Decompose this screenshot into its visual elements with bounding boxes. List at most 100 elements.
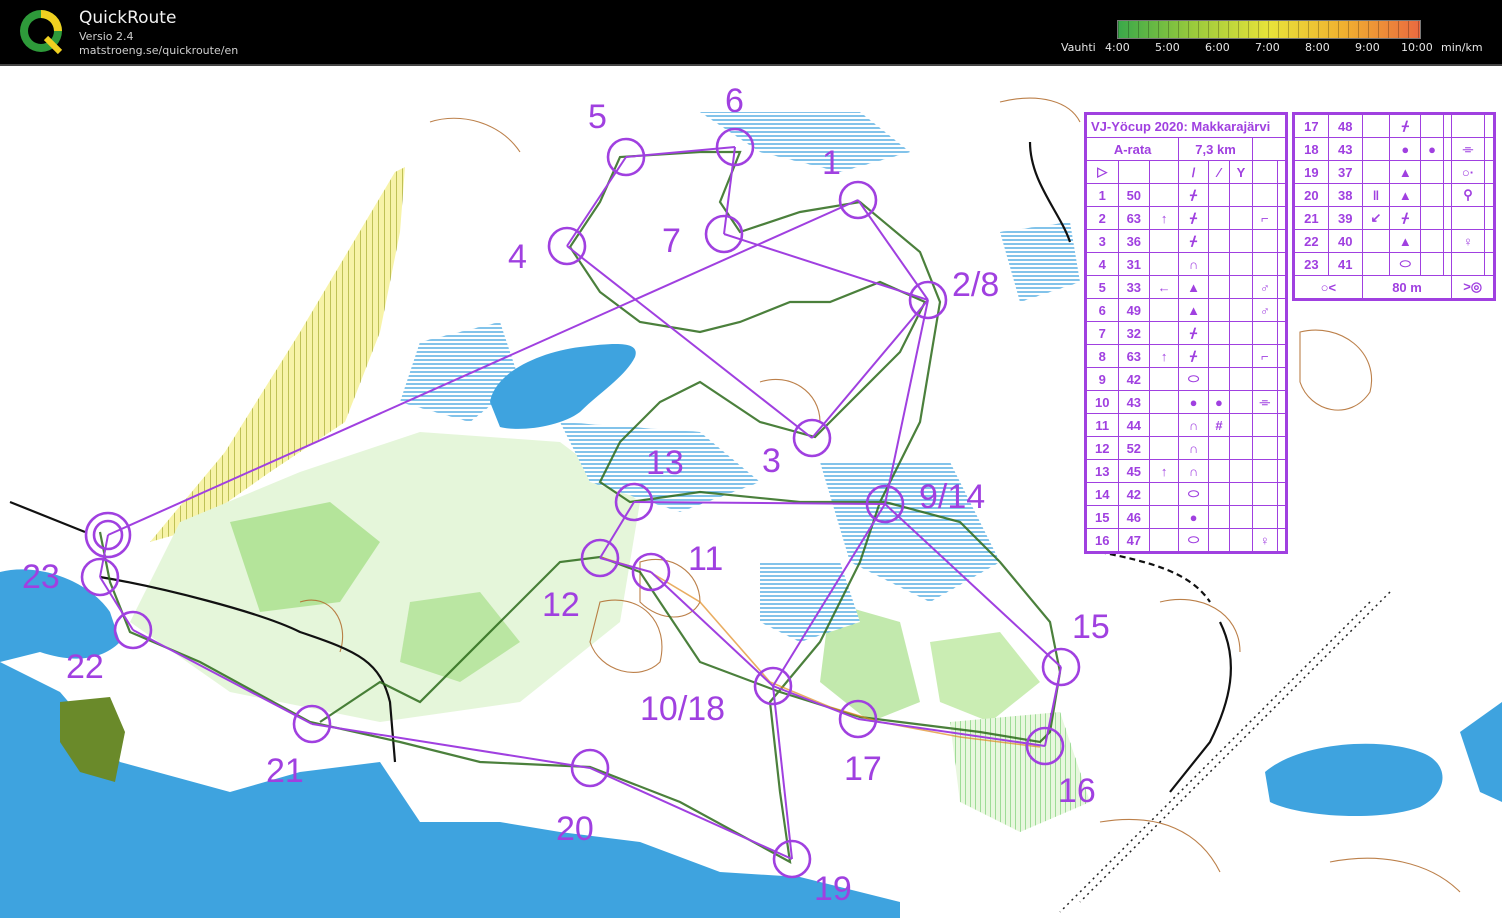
control-misc	[1276, 344, 1287, 368]
control-feature: ▲	[1389, 183, 1422, 207]
control-order: 21	[1294, 206, 1329, 230]
app-header: QuickRoute Versio 2.4 matstroeng.se/quic…	[0, 0, 1502, 64]
control-feature: ∩	[1178, 436, 1209, 460]
control-order: 6	[1086, 298, 1119, 322]
control-feature-detail	[1207, 505, 1231, 529]
description-row: 22 40 ▲ ♀	[1294, 229, 1495, 253]
description-row: 19 37 ▲ ○·	[1294, 160, 1495, 184]
control-direction: ←	[1149, 275, 1180, 299]
control-extra	[1451, 114, 1485, 138]
control-direction	[1149, 436, 1180, 460]
control-feature: ᚋ	[1178, 206, 1209, 230]
control-extra: ⚲	[1451, 183, 1485, 207]
control-misc	[1276, 252, 1287, 276]
control-feature: ▲	[1389, 229, 1422, 253]
control-direction	[1361, 229, 1391, 253]
control-feature-detail	[1207, 344, 1231, 368]
control-direction	[1149, 229, 1180, 253]
control-position	[1229, 505, 1253, 529]
control-label-6: 6	[725, 82, 744, 120]
app-version: Versio 2.4	[79, 30, 134, 43]
control-label-11: 11	[688, 540, 723, 578]
control-code: 47	[1117, 528, 1151, 552]
description-row: 7 32 ᚋ	[1086, 321, 1287, 345]
control-misc	[1276, 367, 1287, 391]
pace-tick: 7:00	[1255, 41, 1280, 54]
control-feature: ∩	[1178, 413, 1209, 437]
control-label-21: 21	[266, 752, 304, 790]
control-position	[1442, 137, 1453, 161]
control-misc	[1483, 206, 1495, 230]
control-misc	[1276, 436, 1287, 460]
control-feature-detail	[1207, 367, 1231, 391]
control-order: 15	[1086, 505, 1119, 529]
control-misc	[1276, 298, 1287, 322]
control-label-13: 13	[646, 444, 684, 482]
control-position	[1229, 206, 1253, 230]
control-misc	[1276, 390, 1287, 414]
description-row: 15 46 ●	[1086, 505, 1287, 529]
control-position	[1229, 252, 1253, 276]
pace-tick: 4:00	[1105, 41, 1130, 54]
control-label-9-14: 9/14	[919, 478, 985, 516]
control-extra	[1251, 459, 1278, 483]
control-feature-detail	[1420, 160, 1444, 184]
control-code: 44	[1117, 413, 1151, 437]
control-order: 1	[1086, 183, 1119, 207]
green-vegetation	[930, 632, 1040, 722]
control-code: 43	[1117, 390, 1151, 414]
control-feature-detail	[1207, 321, 1231, 345]
control-order: 17	[1294, 114, 1329, 138]
pace-tick: 9:00	[1355, 41, 1380, 54]
control-feature: ●	[1178, 390, 1209, 414]
control-position	[1229, 275, 1253, 299]
control-direction: ↑	[1149, 459, 1180, 483]
control-position	[1229, 482, 1253, 506]
control-order: 23	[1294, 252, 1329, 276]
description-row: 3 36 ᚋ	[1086, 229, 1287, 253]
control-feature-detail	[1207, 229, 1231, 253]
control-label-3: 3	[762, 442, 781, 480]
control-feature: ▲	[1389, 160, 1422, 184]
control-label-19: 19	[814, 870, 852, 908]
control-feature: ▲	[1178, 298, 1209, 322]
control-order: 14	[1086, 482, 1119, 506]
control-code: 52	[1117, 436, 1151, 460]
control-order: 7	[1086, 321, 1119, 345]
control-position	[1442, 160, 1453, 184]
description-row: 5 33 ← ▲ ♂	[1086, 275, 1287, 299]
control-code: 38	[1327, 183, 1363, 207]
control-order: 19	[1294, 160, 1329, 184]
control-feature: ∩	[1178, 459, 1209, 483]
control-code: 46	[1117, 505, 1151, 529]
pace-tick: 5:00	[1155, 41, 1180, 54]
control-feature: ▲	[1178, 275, 1209, 299]
control-code: 43	[1327, 137, 1363, 161]
control-position	[1229, 344, 1253, 368]
control-misc	[1276, 413, 1287, 437]
control-position	[1442, 183, 1453, 207]
control-code: 63	[1117, 206, 1151, 230]
control-code: 48	[1327, 114, 1363, 138]
control-feature-detail	[1207, 252, 1231, 276]
pace-tick: 6:00	[1205, 41, 1230, 54]
control-order: 16	[1086, 528, 1119, 552]
orienteering-map[interactable]: 1 2/8 3 4 5 6 7 9/14 10/18 11 12 13 15 1…	[0, 64, 1502, 918]
control-code: 49	[1117, 298, 1151, 322]
control-code: 41	[1327, 252, 1363, 276]
control-code: 31	[1117, 252, 1151, 276]
control-misc	[1276, 275, 1287, 299]
description-row: 12 52 ∩	[1086, 436, 1287, 460]
control-order: 13	[1086, 459, 1119, 483]
control-direction	[1149, 321, 1180, 345]
control-feature-detail	[1420, 183, 1444, 207]
control-direction	[1361, 160, 1391, 184]
control-extra: ⌐	[1251, 344, 1278, 368]
control-direction	[1149, 505, 1180, 529]
control-label-12: 12	[542, 586, 580, 624]
control-order: 5	[1086, 275, 1119, 299]
finish-start-icon: ○<	[1294, 275, 1363, 299]
lake	[490, 344, 636, 429]
control-code: 33	[1117, 275, 1151, 299]
control-label-2-8: 2/8	[952, 266, 999, 304]
